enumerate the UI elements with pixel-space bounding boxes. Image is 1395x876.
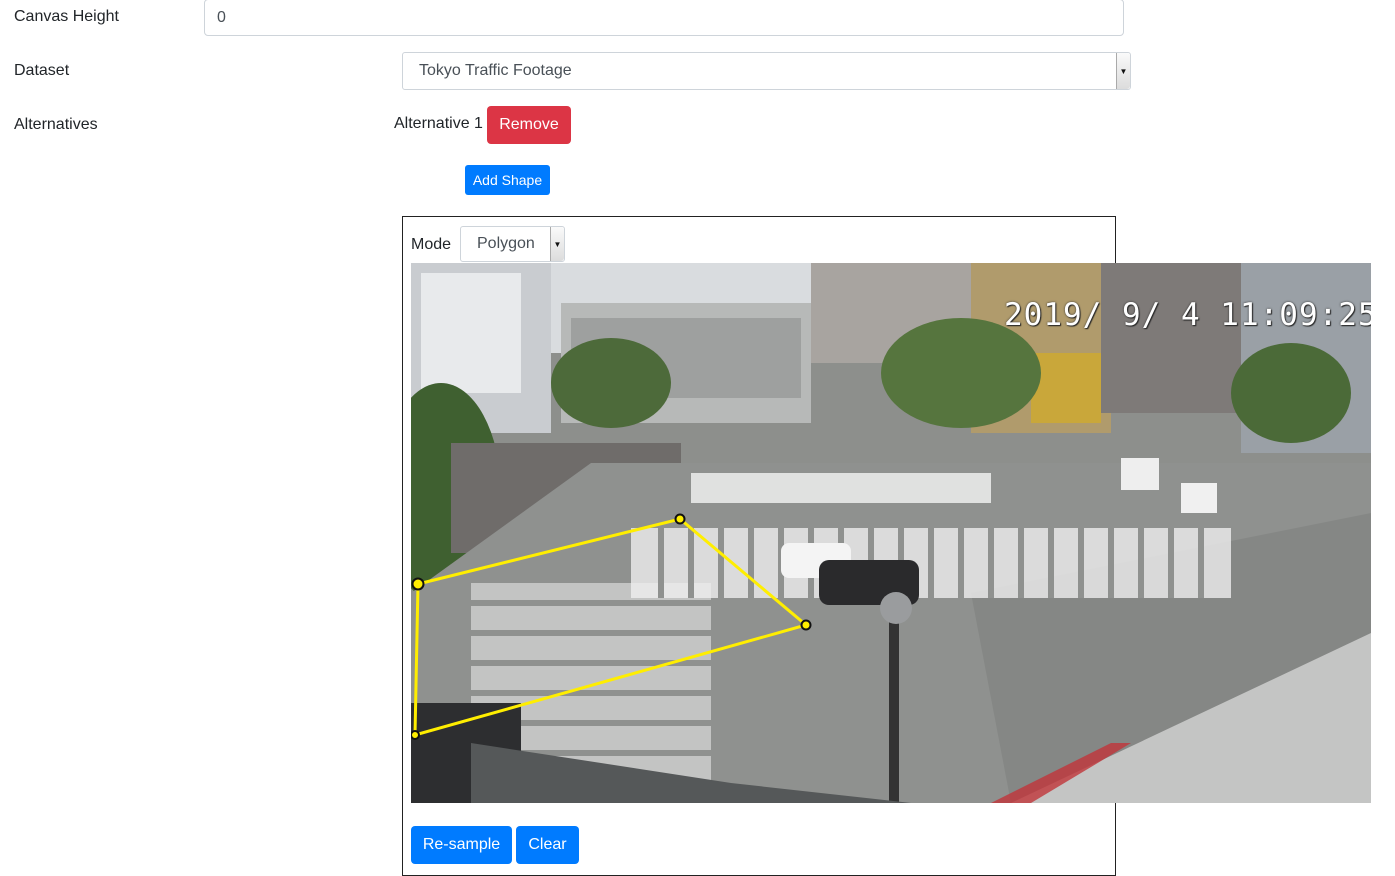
dataset-select[interactable]: Tokyo Traffic Footage ▼ xyxy=(402,52,1131,90)
chevron-down-icon: ▼ xyxy=(550,227,564,261)
dataset-select-value: Tokyo Traffic Footage xyxy=(419,62,572,79)
alternative-item-label: Alternative 1 xyxy=(394,115,483,132)
canvas-height-input[interactable]: 0 xyxy=(204,0,1124,36)
annotation-polygon[interactable] xyxy=(413,517,810,737)
remove-alternative-button[interactable]: Remove xyxy=(487,106,571,144)
mode-select[interactable]: Polygon ▼ xyxy=(460,226,565,262)
polygon-vertex-handle[interactable] xyxy=(674,513,686,525)
chevron-down-icon: ▼ xyxy=(1116,53,1130,89)
polygon-overlay[interactable] xyxy=(411,263,1371,803)
polygon-vertex-handle[interactable] xyxy=(800,619,812,631)
alternatives-label: Alternatives xyxy=(14,116,98,133)
polygon-vertex-handle[interactable] xyxy=(411,577,425,591)
add-shape-button[interactable]: Add Shape xyxy=(465,165,550,195)
dataset-label: Dataset xyxy=(14,62,70,79)
polygon-vertex-handle[interactable] xyxy=(411,730,420,740)
mode-select-value: Polygon xyxy=(477,235,535,252)
resample-button[interactable]: Re-sample xyxy=(411,826,512,864)
clear-button[interactable]: Clear xyxy=(516,826,579,864)
mode-label: Mode xyxy=(411,236,452,253)
canvas-height-label: Canvas Height xyxy=(14,8,119,25)
annotation-canvas[interactable]: 2019/ 9/ 4 11:09:25 xyxy=(411,263,1371,803)
